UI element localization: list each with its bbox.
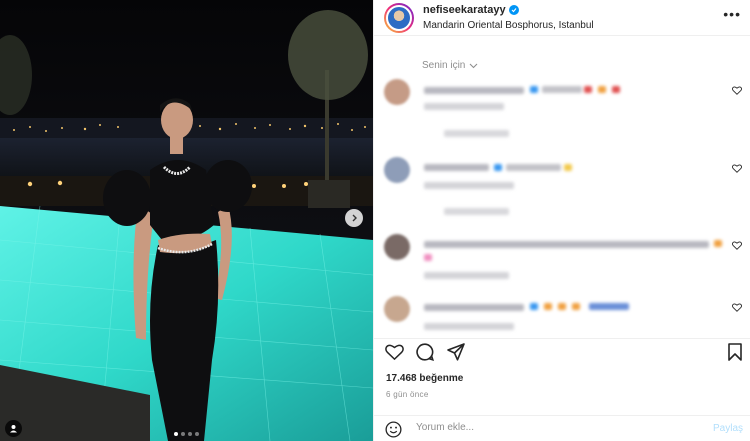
save-bookmark-icon[interactable] [728,343,742,361]
blurred-comment-text [424,164,489,171]
post-photo[interactable] [0,0,373,441]
share-send-icon[interactable] [447,343,465,361]
post-comment-button[interactable]: Paylaş [713,423,743,434]
chevron-down-icon [469,63,478,68]
blurred-comment-meta [424,103,504,110]
comment-sort-dropdown[interactable]: Senin için [422,60,478,71]
carousel-dots [0,432,373,436]
carousel-dot [174,432,178,436]
like-heart-icon[interactable] [385,343,404,361]
blurred-comment-meta [424,272,509,279]
comment-heart-icon[interactable] [732,164,742,173]
post-header: nefiseekaratayy Mandarin Oriental Bospho… [374,0,750,36]
verified-badge-icon [508,5,519,15]
blurred-comment-meta [424,323,514,330]
blurred-comment-text [424,87,524,94]
comment-avatar[interactable] [384,79,410,105]
comment-heart-icon[interactable] [732,241,742,250]
comment-item [384,79,744,139]
username-link[interactable]: nefiseekaratayy [423,3,506,18]
carousel-next-button[interactable] [345,209,363,227]
comment-item [384,157,744,217]
post-timestamp[interactable]: 6 gün önce [386,390,429,399]
comment-heart-icon[interactable] [732,86,742,95]
more-options-icon[interactable]: ••• [723,7,741,21]
carousel-dot [188,432,192,436]
carousel-dot [195,432,199,436]
comment-item [384,234,744,280]
comment-avatar[interactable] [384,296,410,322]
avatar[interactable] [384,2,414,33]
post-actions-bar [374,338,750,368]
comment-item [384,296,744,336]
comment-bubble-icon[interactable] [416,343,434,361]
carousel-dot [181,432,185,436]
photo-scene [0,0,373,441]
blurred-reply-link [444,208,509,215]
blurred-comment-meta [424,182,514,189]
post-side-panel: nefiseekaratayy Mandarin Oriental Bospho… [373,0,750,441]
likes-count[interactable]: 17.468 beğenme [386,373,463,384]
comment-avatar[interactable] [384,234,410,260]
chevron-right-icon [352,214,357,222]
blurred-comment-text [424,241,709,248]
sort-label: Senin için [422,60,466,71]
add-comment-bar: Paylaş [374,415,750,441]
emoji-icon[interactable] [385,421,402,438]
blurred-comment-text [424,304,524,311]
location-link[interactable]: Mandarin Oriental Bosphorus, Istanbul [423,18,594,33]
comment-input[interactable] [416,422,686,433]
blurred-reply-link [444,130,509,137]
instagram-post: nefiseekaratayy Mandarin Oriental Bospho… [0,0,750,441]
comment-heart-icon[interactable] [732,303,742,312]
comment-avatar[interactable] [384,157,410,183]
